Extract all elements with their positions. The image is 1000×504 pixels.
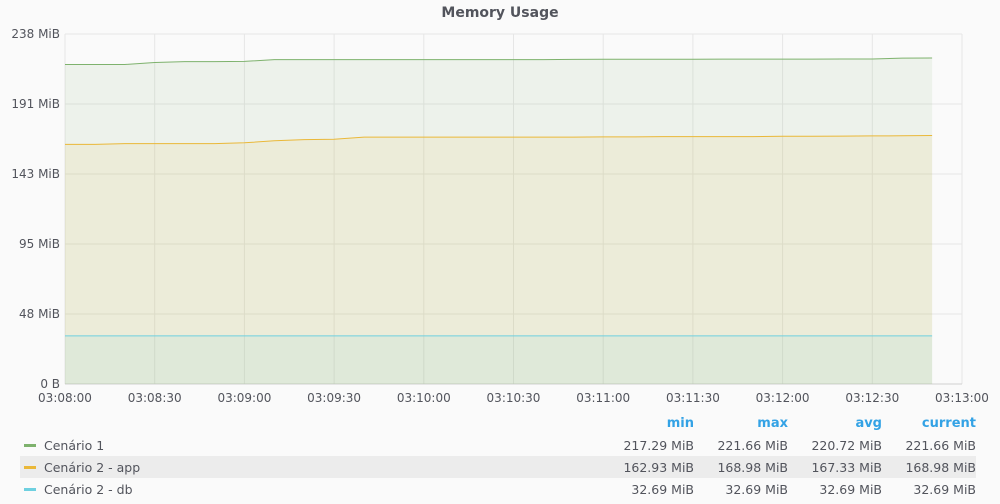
legend-table: min max avg current Cenário 1 217.29 MiB… [20,412,976,500]
y-tick-label: 143 MiB [11,167,60,181]
legend-header-min[interactable]: min [600,416,694,431]
legend-series-name[interactable]: Cenário 1 [44,438,104,453]
x-tick-label: 03:08:00 [38,391,92,405]
legend-header-avg[interactable]: avg [788,416,882,431]
legend-header-max[interactable]: max [694,416,788,431]
legend-current-value: 168.98 MiB [905,459,976,475]
x-tick-label: 03:11:30 [666,391,720,405]
x-tick-label: 03:10:30 [487,391,541,405]
x-tick-label: 03:10:00 [397,391,451,405]
x-tick-label: 03:08:30 [128,391,182,405]
y-tick-label: 48 MiB [19,307,60,321]
series-color-swatch[interactable] [24,443,36,447]
y-tick-label: 0 B [40,377,60,391]
legend-row-cenario-2-db[interactable]: Cenário 2 - db 32.69 MiB 32.69 MiB 32.69… [20,478,976,500]
y-tick-label: 191 MiB [11,97,60,111]
x-tick-label: 03:09:00 [217,391,271,405]
x-tick-label: 03:11:00 [576,391,630,405]
legend-min-value: 162.93 MiB [623,459,694,475]
y-tick-label: 238 MiB [11,27,60,41]
legend-min-value: 32.69 MiB [631,481,694,497]
legend-row-cenario-2-app[interactable]: Cenário 2 - app 162.93 MiB 168.98 MiB 16… [20,456,976,478]
series-color-swatch[interactable] [24,465,36,469]
legend-header-current[interactable]: current [882,416,976,431]
legend-header: min max avg current [20,412,976,434]
legend-series-name[interactable]: Cenário 2 - db [44,482,133,497]
legend-current-value: 221.66 MiB [905,437,976,453]
x-tick-label: 03:12:30 [845,391,899,405]
y-tick-label: 95 MiB [19,237,60,251]
series-area-3 [65,335,933,384]
x-tick-label: 03:13:00 [935,391,989,405]
memory-usage-chart[interactable]: 0 B 48 MiB 95 MiB 143 MiB 191 MiB 238 MiB 03:0… [0,0,1000,410]
legend-avg-value: 32.69 MiB [819,481,882,497]
x-tick-label: 03:09:30 [307,391,361,405]
legend-max-value: 168.98 MiB [717,459,788,475]
legend-series-name[interactable]: Cenário 2 - app [44,460,140,475]
x-tick-label: 03:12:00 [756,391,810,405]
legend-row-cenario-1[interactable]: Cenário 1 217.29 MiB 221.66 MiB 220.72 M… [20,434,976,456]
legend-current-value: 32.69 MiB [913,481,976,497]
legend-max-value: 221.66 MiB [717,437,788,453]
legend-max-value: 32.69 MiB [725,481,788,497]
legend-avg-value: 167.33 MiB [811,459,882,475]
legend-min-value: 217.29 MiB [623,437,694,453]
legend-avg-value: 220.72 MiB [811,437,882,453]
series-color-swatch[interactable] [24,487,36,491]
